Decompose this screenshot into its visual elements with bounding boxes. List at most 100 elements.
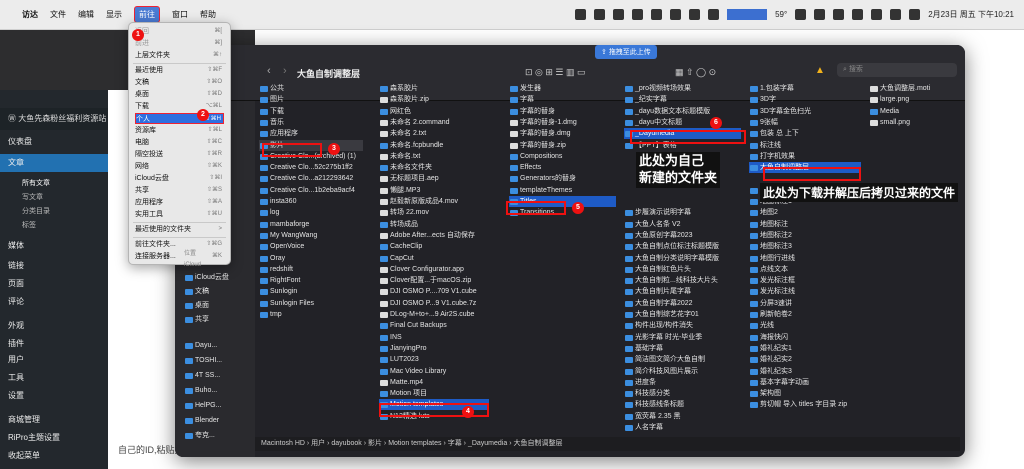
file-item[interactable]: 宽荧幕 2.35 黑 [624,411,741,422]
file-item[interactable]: 基本字幕字动画 [749,377,861,388]
icloud-item[interactable]: 共享 [184,314,251,325]
file-item[interactable]: 科技感分类 [624,388,741,399]
file-item[interactable]: Clover Configurator.app [379,264,489,275]
sidebar-folder[interactable]: Sunlogin [259,286,363,297]
go-menu-item[interactable]: 最近使用 ⇧⌘F [135,65,224,76]
file-item[interactable]: Media [869,106,956,117]
sidebar-folder[interactable]: Creative Clo...a212293642 [259,173,363,184]
file-item[interactable]: 字幕的替身-1.dmg [509,117,616,128]
file-item[interactable]: 地图2 [749,207,861,218]
tray-icon[interactable] [575,9,587,20]
search-field[interactable]: ⌕ 搜索 [837,63,957,77]
file-item[interactable]: 未命名文件夹 [379,162,489,173]
file-item[interactable]: Final Cut Backups [379,320,489,331]
file-item[interactable]: 地图行进线 [749,253,861,264]
tray-icon[interactable] [613,9,625,20]
file-item[interactable]: 大鱼自制字幕2022 [624,298,741,309]
file-item[interactable]: 光线 [749,320,861,331]
file-item[interactable]: templateThemes [509,185,616,196]
wp-theme-settings[interactable]: RiPro主题设置 [8,432,60,443]
file-item[interactable]: 9张幅 [749,117,861,128]
file-item[interactable]: DJI OSMO P....709 V1.cube [379,286,489,297]
menu-window[interactable]: 窗口 [172,9,188,20]
file-item[interactable]: _dayu数据文本标题模版 [624,106,741,117]
file-item[interactable]: Mac Video Library [379,366,489,377]
tray-icon[interactable] [795,9,807,20]
file-item[interactable]: 未命名.fcpbundle [379,140,489,151]
wp-media[interactable]: 媒体 [8,240,24,251]
file-item[interactable]: 发生器 [509,83,616,94]
wp-posts[interactable]: 文章 [0,154,108,172]
wp-settings[interactable]: 设置 [8,390,24,401]
file-item[interactable]: 字幕 [509,94,616,105]
location-item[interactable]: HelPG... [184,400,251,411]
menu-file[interactable]: 文件 [50,9,66,20]
file-item[interactable]: 3D字幕金色扫光 [749,106,861,117]
temp-readout[interactable]: 59° [775,10,787,19]
file-item[interactable]: DLog-M+to+...9 Air2S.cube [379,309,489,320]
sidebar-folder[interactable]: 图片 [259,94,363,105]
wp-links[interactable]: 链接 [8,260,24,271]
go-menu-item[interactable]: 个人 ⇧⌘H [135,113,224,124]
sidebar-folder[interactable]: Creative Clo...52c275b1ff2 [259,162,363,173]
wp-shop[interactable]: 商城管理 [8,414,40,425]
menu-view[interactable]: 显示 [106,9,122,20]
sidebar-folder[interactable]: 应用程序 [259,128,363,139]
wp-appearance[interactable]: 外观 [8,320,24,331]
go-menu-item[interactable]: 隔空投送 ⇧⌘R [135,149,224,160]
file-item[interactable]: 地图标注 [749,219,861,230]
file-item[interactable]: Clover配置...于macOS.zip [379,275,489,286]
file-item[interactable]: 地图标注2 [749,230,861,241]
sidebar-folder[interactable]: tmp [259,309,363,320]
file-item[interactable]: Matte.mp4 [379,377,489,388]
cpu-graph-icon[interactable] [727,9,768,20]
file-item[interactable]: 海报快闪 [749,332,861,343]
file-item[interactable]: _纪实字幕 [624,94,741,105]
sidebar-folder[interactable]: My WangWang [259,230,363,241]
sidebar-folder[interactable]: Oray [259,253,363,264]
go-menu-item[interactable]: 前进 ⌘] [135,38,224,49]
file-item[interactable]: 刷新帕卷2 [749,309,861,320]
file-item[interactable]: 简洁图文简介大鱼自制 [624,354,741,365]
file-item[interactable]: DJI OSMO P...9 V1.cube.7z [379,298,489,309]
file-item[interactable]: 赵毅新原版成品4.mov [379,196,489,207]
file-item[interactable]: 转场 22.mov [379,207,489,218]
sidebar-folder[interactable]: OpenVoice [259,241,363,252]
file-item[interactable]: 包装 总 上下 [749,128,861,139]
wp-tags[interactable]: 标签 [22,220,36,230]
path-bar[interactable]: Macintosh HD › 用户 › dayubook › 影片 › Moti… [255,437,960,451]
go-menu-item[interactable]: 资源库 ⇧⌘L [135,125,224,136]
share-button[interactable]: ▦ ⇧ ◯ ⊙ [675,67,716,78]
tray-icon[interactable] [852,9,864,20]
file-item[interactable]: Compositions [509,151,616,162]
file-item[interactable]: Motion 项目 [379,388,489,399]
file-item[interactable]: 打字机效果 [749,151,861,162]
file-item[interactable]: 转场成品 [379,219,489,230]
view-buttons[interactable]: ⊡ ◎ ⊞ ☰ ▥ ▭ [525,67,586,78]
tray-icon[interactable] [871,9,883,20]
file-item[interactable]: 科技感线条标题 [624,399,741,410]
tray-icon[interactable] [632,9,644,20]
menu-help[interactable]: 帮助 [200,9,216,20]
sidebar-folder[interactable]: 下载 [259,106,363,117]
file-item[interactable]: 懒腿.MP3 [379,185,489,196]
file-item[interactable]: 标注线 [749,140,861,151]
go-menu-item[interactable]: 下载 ⌥⌘L [135,101,224,112]
file-item[interactable]: 剪切帽 导入 titles 字目录 zip [749,399,861,410]
file-item[interactable]: 发光标注线 [749,286,861,297]
file-item[interactable]: 人名字幕 [624,422,741,433]
file-item[interactable]: small.png [869,117,956,128]
file-item[interactable]: 森系胶片 [379,83,489,94]
icloud-item[interactable]: 桌面 [184,300,251,311]
tray-icon[interactable] [909,9,921,20]
file-item[interactable]: 分屏3速讲 [749,298,861,309]
file-item[interactable]: 大鱼自制粒...线科技大片头 [624,275,741,286]
tray-icon[interactable] [689,9,701,20]
tray-icon[interactable] [814,9,826,20]
wp-new-post[interactable]: 写文章 [22,192,43,202]
sidebar-folder[interactable]: redshift [259,264,363,275]
go-menu-item[interactable]: 网络 ⇧⌘K [135,161,224,172]
menu-edit[interactable]: 编辑 [78,9,94,20]
file-item[interactable]: 基础字幕 [624,343,741,354]
go-menu-item[interactable]: 电脑 ⇧⌘C [135,137,224,148]
